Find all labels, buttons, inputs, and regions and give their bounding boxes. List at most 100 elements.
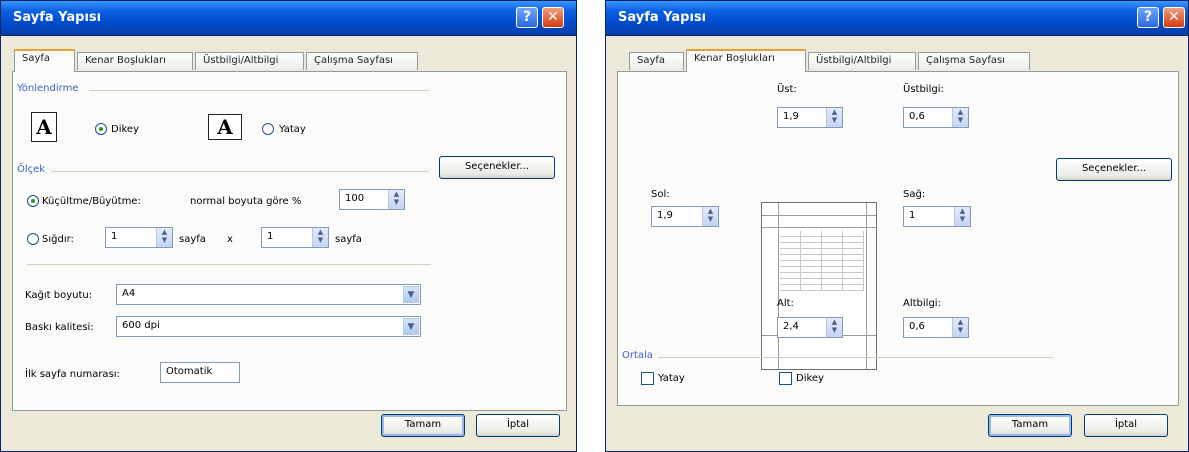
scale-percent-value: 100: [345, 193, 365, 204]
landscape-label[interactable]: Yatay: [279, 124, 306, 135]
right-margin-input[interactable]: 1 ▲ ▼: [903, 206, 971, 227]
page-setup-dialog-page-tab: Sayfa Yapısı ? ✕ Sayfa Kenar Boşlukları …: [0, 0, 577, 452]
bottom-margin-input[interactable]: 2,4 ▲ ▼: [777, 317, 843, 338]
spinner-icon[interactable]: ▲ ▼: [312, 228, 328, 247]
left-margin-label: Sol:: [651, 189, 670, 200]
cancel-button[interactable]: İptal: [476, 414, 560, 437]
fit-wide-input[interactable]: 1 ▲ ▼: [105, 227, 173, 248]
tab-sheet[interactable]: Çalışma Sayfası: [918, 52, 1030, 70]
top-margin-value: 1,9: [783, 111, 799, 122]
options-button[interactable]: Seçenekler...: [439, 156, 555, 179]
tab-page[interactable]: Sayfa: [629, 52, 684, 70]
fit-tall-value: 1: [267, 231, 274, 242]
tab-margins[interactable]: Kenar Boşlukları: [77, 52, 193, 70]
adjust-to-label[interactable]: Küçültme/Büyütme:: [42, 196, 141, 207]
cancel-button[interactable]: İptal: [1084, 414, 1168, 437]
ok-button[interactable]: Tamam: [988, 414, 1072, 437]
right-margin-value: 1: [909, 210, 916, 221]
title-bar[interactable]: Sayfa Yapısı ? ✕: [1, 1, 576, 36]
print-quality-select[interactable]: 600 dpi ▼: [116, 316, 421, 337]
fit-wide-unit: sayfa: [179, 234, 206, 245]
center-vertically-label[interactable]: Dikey: [796, 373, 824, 384]
first-page-number-value: Otomatik: [166, 366, 213, 377]
header-margin-label: Üstbilgi:: [903, 84, 944, 95]
header-margin-value: 0,6: [909, 111, 925, 122]
tab-page[interactable]: Sayfa: [14, 49, 75, 72]
preview-right-margin-line: [866, 203, 867, 369]
portrait-page-icon: A: [31, 112, 57, 142]
top-margin-label: Üst:: [777, 84, 797, 95]
tab-header-footer[interactable]: Üstbilgi/Altbilgi: [808, 52, 916, 70]
group-separator: [658, 357, 1053, 358]
center-on-page-group-label: Ortala: [622, 350, 653, 361]
adjust-to-radio[interactable]: [27, 195, 39, 207]
group-separator: [89, 90, 429, 91]
paper-size-label: Kağıt boyutu:: [25, 290, 93, 301]
tab-panel-page: Yönlendirme A Dikey A Yatay Ölçek Seçene…: [12, 71, 567, 411]
footer-margin-input[interactable]: 0,6 ▲ ▼: [903, 317, 969, 338]
bottom-margin-label: Alt:: [777, 298, 794, 309]
dialog-title: Sayfa Yapısı: [13, 10, 102, 25]
tab-header-footer[interactable]: Üstbilgi/Altbilgi: [195, 52, 304, 70]
preview-header-line: [762, 215, 876, 216]
ok-button[interactable]: Tamam: [381, 414, 465, 437]
spinner-icon[interactable]: ▲ ▼: [826, 108, 842, 127]
right-margin-label: Sağ:: [903, 189, 926, 200]
spinner-icon[interactable]: ▲ ▼: [954, 207, 970, 226]
spinner-icon[interactable]: ▲ ▼: [952, 108, 968, 127]
spinner-icon[interactable]: ▲ ▼: [702, 207, 718, 226]
chevron-down-icon[interactable]: ▼: [403, 318, 419, 335]
portrait-radio[interactable]: [95, 123, 107, 135]
close-button[interactable]: ✕: [1163, 7, 1185, 28]
tab-margins[interactable]: Kenar Boşlukları: [686, 49, 806, 72]
tab-sheet[interactable]: Çalışma Sayfası: [306, 52, 418, 70]
help-button[interactable]: ?: [1137, 7, 1159, 28]
center-horizontally-label[interactable]: Yatay: [658, 373, 685, 384]
portrait-label[interactable]: Dikey: [111, 124, 139, 135]
page-preview: [761, 202, 877, 370]
close-button[interactable]: ✕: [542, 7, 564, 28]
top-margin-input[interactable]: 1,9 ▲ ▼: [777, 107, 843, 128]
section-separator: [27, 264, 431, 265]
first-page-number-label: İlk sayfa numarası:: [25, 369, 120, 380]
print-quality-label: Baskı kalitesi:: [25, 322, 94, 333]
bottom-margin-value: 2,4: [783, 321, 799, 332]
left-margin-value: 1,9: [657, 210, 673, 221]
landscape-page-icon: A: [208, 114, 242, 140]
tab-panel-margins: Üst: 1,9 ▲ ▼ Üstbilgi: 0,6 ▲ ▼ Seçenekler.…: [617, 71, 1179, 406]
group-separator: [51, 171, 429, 172]
title-bar[interactable]: Sayfa Yapısı ? ✕: [606, 1, 1188, 36]
footer-margin-value: 0,6: [909, 321, 925, 332]
print-quality-value: 600 dpi: [122, 320, 160, 331]
scale-group-label: Ölçek: [17, 164, 46, 175]
orientation-group-label: Yönlendirme: [17, 83, 79, 94]
fit-tall-input[interactable]: 1 ▲ ▼: [261, 227, 329, 248]
paper-size-select[interactable]: A4 ▼: [116, 284, 421, 305]
footer-margin-label: Altbilgi:: [903, 298, 941, 309]
preview-top-margin-line: [762, 227, 876, 228]
center-vertically-checkbox[interactable]: [779, 372, 792, 385]
times-sign: x: [227, 234, 233, 245]
spinner-icon[interactable]: ▲ ▼: [952, 318, 968, 337]
fit-to-label[interactable]: Sığdır:: [42, 234, 74, 245]
header-margin-input[interactable]: 0,6 ▲ ▼: [903, 107, 969, 128]
dialog-title: Sayfa Yapısı: [618, 10, 707, 25]
adjust-to-text: normal boyuta göre %: [190, 196, 302, 207]
spinner-icon[interactable]: ▲ ▼: [388, 190, 404, 209]
preview-left-margin-line: [778, 203, 779, 369]
left-margin-input[interactable]: 1,9 ▲ ▼: [651, 206, 719, 227]
chevron-down-icon[interactable]: ▼: [403, 286, 419, 303]
preview-grid: [780, 231, 864, 291]
landscape-radio[interactable]: [262, 123, 274, 135]
first-page-number-input[interactable]: Otomatik: [160, 362, 240, 383]
center-horizontally-checkbox[interactable]: [641, 372, 654, 385]
fit-wide-value: 1: [111, 231, 118, 242]
paper-size-value: A4: [122, 288, 136, 299]
fit-tall-unit: sayfa: [335, 234, 362, 245]
options-button[interactable]: Seçenekler...: [1056, 158, 1172, 181]
scale-percent-input[interactable]: 100 ▲ ▼: [339, 189, 405, 210]
help-button[interactable]: ?: [516, 7, 538, 28]
spinner-icon[interactable]: ▲ ▼: [826, 318, 842, 337]
spinner-icon[interactable]: ▲ ▼: [156, 228, 172, 247]
fit-to-radio[interactable]: [27, 233, 39, 245]
